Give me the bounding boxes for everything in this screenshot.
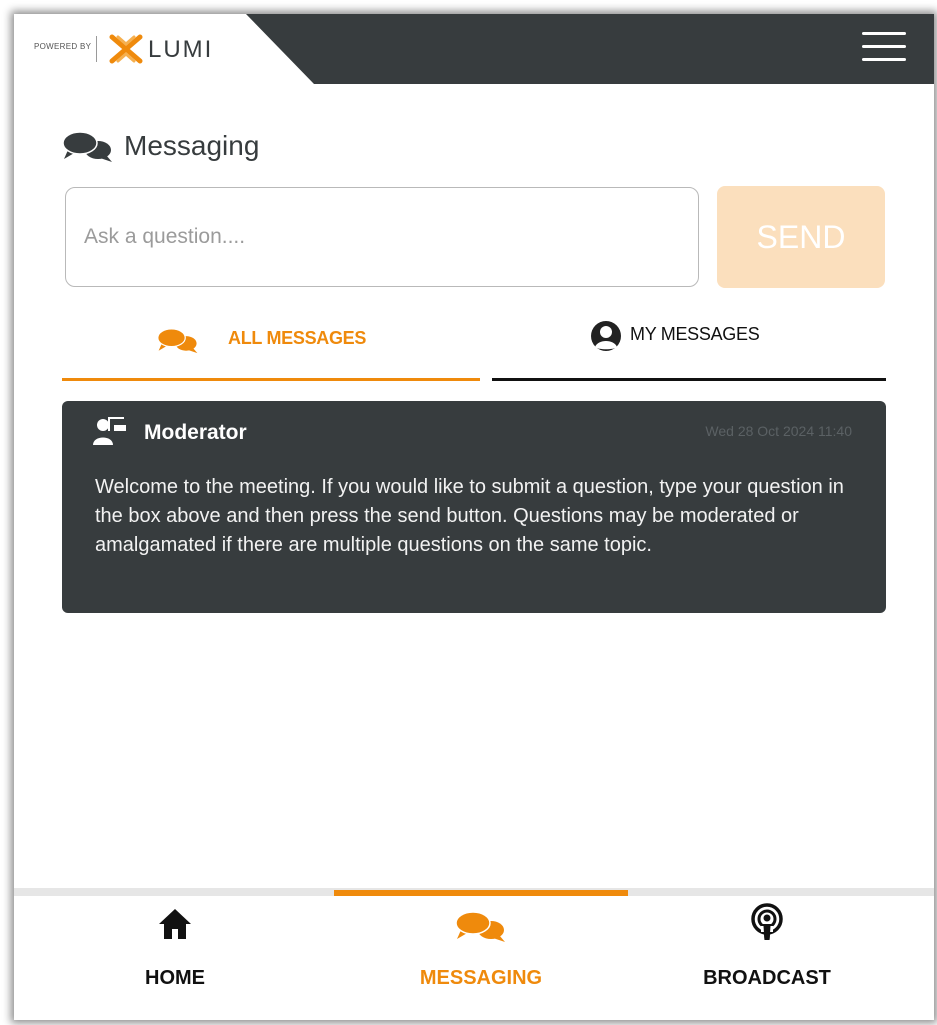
lumi-logo-icon	[109, 34, 143, 64]
nav-messaging[interactable]: MESSAGING	[334, 896, 628, 1020]
chat-bubbles-icon	[157, 328, 198, 354]
message-author: Moderator	[144, 421, 247, 444]
user-circle-icon	[591, 321, 621, 351]
app-frame: POWERED BY LUMI Messaging SEND	[14, 14, 934, 1020]
podcast-icon	[751, 903, 783, 940]
send-button[interactable]: SEND	[717, 186, 885, 288]
tab-my-messages[interactable]: MY MESSAGES	[492, 314, 886, 374]
message-timestamp: Wed 28 Oct 2024 11:40	[705, 423, 852, 439]
menu-line	[862, 32, 906, 35]
brand-divider	[96, 36, 97, 62]
message-card: Moderator Wed 28 Oct 2024 11:40 Welcome …	[62, 401, 886, 613]
question-input[interactable]	[65, 187, 699, 287]
menu-line	[862, 45, 906, 48]
nav-home-label: HOME	[145, 967, 205, 989]
tab-all-messages-underline	[62, 378, 480, 381]
tab-my-messages-underline	[492, 378, 886, 381]
brand-area: POWERED BY LUMI	[14, 14, 314, 84]
nav-broadcast-label: BROADCAST	[703, 967, 831, 989]
chat-bubbles-icon	[62, 131, 112, 162]
page-title: Messaging	[124, 130, 260, 161]
tab-all-messages-label: ALL MESSAGES	[228, 328, 367, 348]
powered-by-label: POWERED BY	[34, 42, 92, 51]
nav-messaging-label: MESSAGING	[419, 967, 543, 989]
nav-home[interactable]: HOME	[28, 896, 322, 1020]
presenter-icon	[93, 417, 126, 445]
tab-my-messages-label: MY MESSAGES	[630, 324, 760, 344]
app-header: POWERED BY LUMI	[14, 14, 934, 84]
nav-broadcast[interactable]: BROADCAST	[620, 896, 914, 1020]
chat-bubbles-icon	[455, 911, 505, 942]
lumi-brand-text: LUMI	[148, 36, 214, 63]
tab-all-messages[interactable]: ALL MESSAGES	[62, 314, 480, 374]
home-icon	[159, 909, 191, 939]
hamburger-menu-icon[interactable]	[862, 32, 906, 66]
message-text: Welcome to the meeting. If you would lik…	[95, 476, 844, 556]
menu-line	[862, 58, 906, 61]
